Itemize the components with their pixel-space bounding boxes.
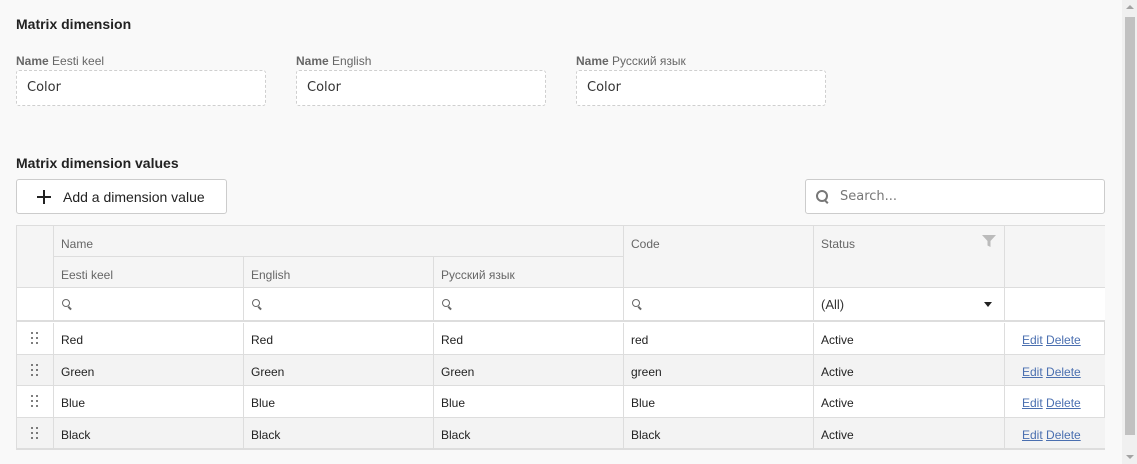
code-filter[interactable] <box>624 288 814 322</box>
search-box[interactable] <box>805 179 1105 214</box>
drag-handle-icon[interactable] <box>31 363 39 376</box>
delete-link[interactable]: Delete <box>1046 333 1081 347</box>
delete-link[interactable]: Delete <box>1046 428 1081 442</box>
dimension-values-grid: Name Code Status Eesti keel English Русс… <box>16 225 1105 450</box>
matrix-dimension-title: Matrix dimension <box>16 16 132 32</box>
add-dimension-value-label: Add a dimension value <box>63 188 205 205</box>
status-column-header[interactable]: Status <box>814 226 1005 288</box>
actions-cell: Edit Delete <box>1005 354 1105 386</box>
code-cell: green <box>624 354 814 386</box>
ru-filter[interactable] <box>434 288 624 322</box>
add-dimension-value-button[interactable]: Add a dimension value <box>16 179 227 214</box>
search-icon <box>442 299 453 310</box>
delete-link[interactable]: Delete <box>1046 396 1081 410</box>
edit-link[interactable]: Edit <box>1022 428 1043 442</box>
en-column-header[interactable]: English <box>244 257 434 288</box>
drag-handle[interactable] <box>17 417 54 449</box>
name-et-input[interactable]: Color <box>16 70 266 106</box>
status-filter-select[interactable]: (All) <box>814 288 1005 322</box>
scroll-up-icon[interactable] <box>1126 5 1134 9</box>
drag-handle-icon[interactable] <box>31 426 39 439</box>
name-en-label: Name English <box>296 54 372 68</box>
actions-filter-blank <box>1005 288 1105 322</box>
filter-blank <box>17 288 54 322</box>
name-ru-label: Name Русский язык <box>576 54 686 68</box>
name-group-header: Name <box>54 226 624 257</box>
status-cell: Active <box>814 386 1005 418</box>
vertical-scrollbar[interactable] <box>1122 0 1137 464</box>
edit-link[interactable]: Edit <box>1022 396 1043 410</box>
dimension-values-title: Matrix dimension values <box>16 155 179 171</box>
actions-cell: Edit Delete <box>1005 386 1105 418</box>
code-cell: red <box>624 323 814 355</box>
search-icon <box>816 189 830 204</box>
code-cell: Black <box>624 417 814 449</box>
ru-cell: Blue <box>434 386 624 418</box>
code-column-header[interactable]: Code <box>624 226 814 288</box>
en-cell: Green <box>244 354 434 386</box>
search-icon <box>62 299 73 310</box>
scroll-down-icon[interactable] <box>1126 455 1134 459</box>
et-column-header[interactable]: Eesti keel <box>54 257 244 288</box>
drag-handle[interactable] <box>17 323 54 355</box>
actions-column-header <box>1005 226 1105 288</box>
et-cell: Green <box>54 354 244 386</box>
search-icon <box>252 299 263 310</box>
ru-cell: Black <box>434 417 624 449</box>
name-et-label: Name Eesti keel <box>16 54 105 68</box>
drag-column-header <box>17 226 54 288</box>
drag-handle-icon[interactable] <box>31 395 39 407</box>
en-cell: Black <box>244 417 434 449</box>
ru-column-header[interactable]: Русский язык <box>434 257 624 288</box>
en-cell: Blue <box>244 386 434 418</box>
status-cell: Active <box>814 354 1005 386</box>
scrollbar-thumb[interactable] <box>1125 17 1135 435</box>
ru-cell: Green <box>434 354 624 386</box>
edit-link[interactable]: Edit <box>1022 365 1043 379</box>
filter-icon[interactable] <box>982 235 996 248</box>
status-filter-value: (All) <box>821 296 845 312</box>
et-cell: Blue <box>54 386 244 418</box>
drag-handle-icon[interactable] <box>31 332 39 344</box>
en-cell: Red <box>244 323 434 355</box>
delete-link[interactable]: Delete <box>1046 365 1081 379</box>
edit-link[interactable]: Edit <box>1022 333 1043 347</box>
search-input[interactable] <box>838 188 1104 205</box>
name-ru-input[interactable]: Color <box>576 70 826 106</box>
plus-icon <box>37 189 51 204</box>
et-cell: Black <box>54 417 244 449</box>
ru-cell: Red <box>434 323 624 355</box>
drag-handle[interactable] <box>17 354 54 386</box>
status-cell: Active <box>814 417 1005 449</box>
name-en-input[interactable]: Color <box>296 70 546 106</box>
drag-handle[interactable] <box>17 386 54 418</box>
et-cell: Red <box>54 323 244 355</box>
et-filter[interactable] <box>54 288 244 322</box>
en-filter[interactable] <box>244 288 434 322</box>
search-icon <box>632 299 643 310</box>
status-cell: Active <box>814 323 1005 355</box>
actions-cell: Edit Delete <box>1005 323 1105 355</box>
code-cell: Blue <box>624 386 814 418</box>
actions-cell: Edit Delete <box>1005 417 1105 449</box>
chevron-down-icon <box>984 301 992 307</box>
